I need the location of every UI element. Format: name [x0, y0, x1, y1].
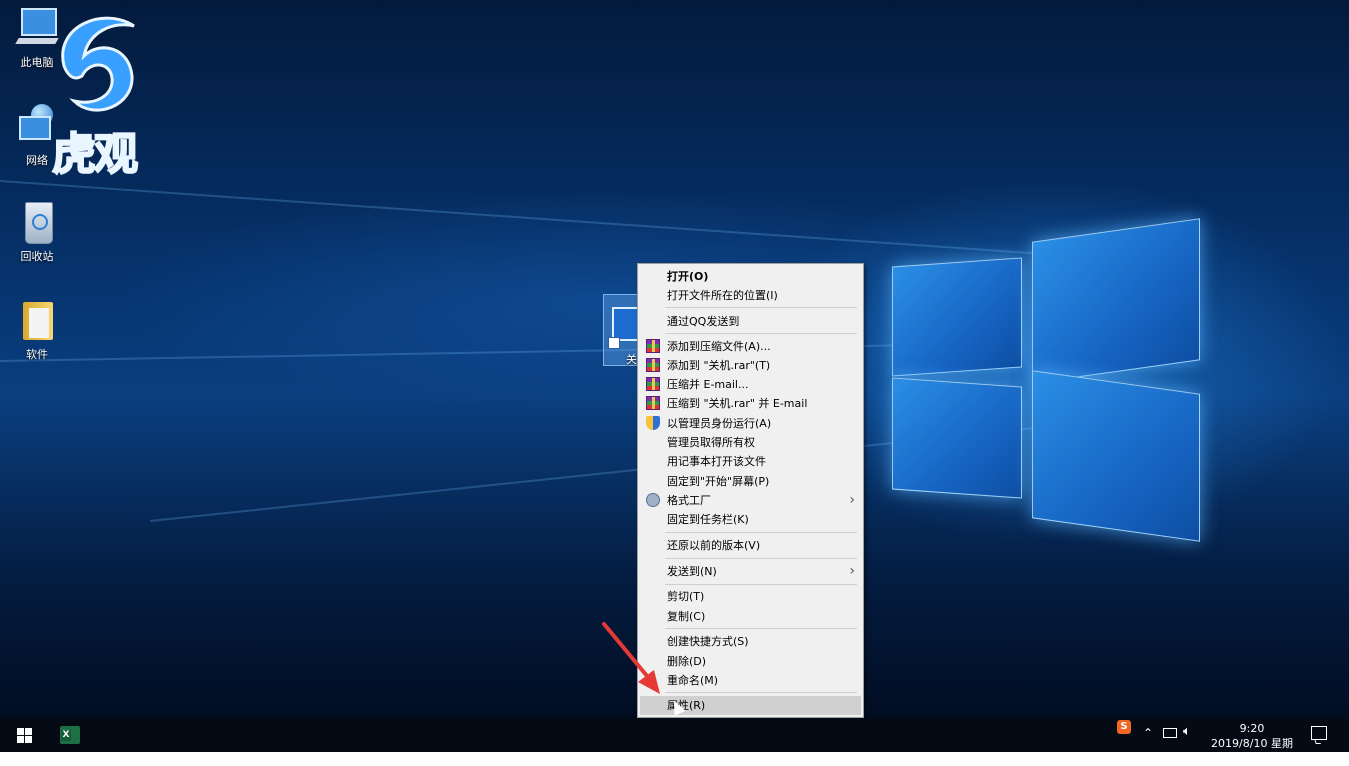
menu-separator — [665, 558, 857, 559]
menu-item-label: 打开文件所在的位置(I) — [667, 289, 778, 302]
folder-icon — [15, 298, 59, 342]
menu-separator — [665, 584, 857, 585]
menu-item-label: 发送到(N) — [667, 565, 717, 578]
menu-item-label: 通过QQ发送到 — [667, 315, 740, 328]
file-label: 关 — [626, 353, 637, 366]
winrar-icon — [646, 396, 660, 410]
windows-start-icon — [17, 728, 32, 743]
menu-separator — [665, 692, 857, 693]
menu-item-label: 创建快捷方式(S) — [667, 635, 749, 648]
menu-item-label: 以管理员身份运行(A) — [667, 417, 772, 430]
action-center-icon[interactable] — [1311, 726, 1327, 740]
menu-item-label: 压缩到 "关机.rar" 并 E-mail — [667, 397, 808, 410]
menu-item-label: 剪切(T) — [667, 590, 705, 603]
desktop[interactable]: 此电脑 网络 回收站 软件 虎观 关 打开(O) 打开文件所在的位置(I) 通过… — [0, 0, 1349, 718]
menu-separator — [665, 532, 857, 533]
menu-item-label: 管理员取得所有权 — [667, 436, 755, 449]
excel-icon: X — [60, 726, 80, 744]
menu-item-label: 固定到任务栏(K) — [667, 513, 749, 526]
clock-date: 2019/8/10 星期六 — [1211, 737, 1293, 765]
recycle-bin-icon — [15, 200, 59, 244]
menu-item-label: 还原以前的版本(V) — [667, 539, 761, 552]
menu-item-label: 复制(C) — [667, 610, 706, 623]
taskbar-app-excel[interactable]: X — [52, 718, 90, 752]
submenu-arrow-icon: › — [849, 563, 855, 579]
winrar-icon — [646, 377, 660, 391]
menu-item-label: 打开(O) — [667, 270, 709, 283]
menu-item-label: 固定到"开始"屏幕(P) — [667, 475, 770, 488]
menu-item-take-ownership[interactable]: 管理员取得所有权 — [640, 433, 861, 452]
menu-item-add-to-rar[interactable]: 添加到 "关机.rar"(T) — [640, 356, 861, 375]
menu-item-send-via-qq[interactable]: 通过QQ发送到 — [640, 312, 861, 331]
menu-item-open-file-location[interactable]: 打开文件所在的位置(I) — [640, 286, 861, 305]
menu-item-copy[interactable]: 复制(C) — [640, 607, 861, 626]
red-arrow-annotation-icon — [602, 622, 660, 694]
start-button[interactable] — [0, 718, 48, 752]
menu-item-rename[interactable]: 重命名(M) — [640, 671, 861, 690]
menu-item-open-with-notepad[interactable]: 用记事本打开该文件 — [640, 452, 861, 471]
menu-item-label: 用记事本打开该文件 — [667, 455, 766, 468]
light-beam — [0, 180, 1098, 259]
menu-item-compress-to-rar-and-email[interactable]: 压缩到 "关机.rar" 并 E-mail — [640, 394, 861, 413]
uac-shield-icon — [646, 416, 660, 430]
menu-item-add-to-archive[interactable]: 添加到压缩文件(A)... — [640, 337, 861, 356]
menu-item-label: 删除(D) — [667, 655, 707, 668]
menu-item-label: 重命名(M) — [667, 674, 719, 687]
menu-item-compress-and-email[interactable]: 压缩并 E-mail... — [640, 375, 861, 394]
tiger-logo-icon — [61, 16, 135, 112]
taskbar-clock[interactable]: 9:20 2019/8/10 星期六 — [1206, 721, 1298, 766]
menu-separator — [665, 628, 857, 629]
clock-time: 9:20 — [1239, 722, 1265, 735]
network-status-icon[interactable] — [1163, 728, 1177, 738]
show-hidden-icons-chevron-icon[interactable]: ⌃ — [1143, 726, 1153, 740]
watermark-text: 虎观 — [51, 128, 139, 181]
winrar-icon — [646, 358, 660, 372]
desktop-icon-recycle-bin[interactable]: 回收站 — [0, 200, 74, 264]
menu-item-cut[interactable]: 剪切(T) — [640, 587, 861, 606]
menu-item-delete[interactable]: 删除(D) — [640, 652, 861, 671]
desktop-icon-software-folder[interactable]: 软件 — [0, 298, 74, 362]
menu-item-label: 压缩并 E-mail... — [667, 378, 749, 391]
windows-logo-pane — [1032, 370, 1200, 542]
menu-item-format-factory[interactable]: 格式工厂 › — [640, 491, 861, 510]
desktop-icon-label: 回收站 — [20, 250, 54, 263]
windows-logo-pane — [1032, 218, 1200, 384]
submenu-arrow-icon: › — [849, 492, 855, 508]
format-factory-icon — [646, 493, 660, 507]
menu-separator — [665, 333, 857, 334]
menu-item-open[interactable]: 打开(O) — [640, 267, 861, 286]
desktop-icon-label: 软件 — [26, 348, 48, 361]
menu-item-label: 添加到压缩文件(A)... — [667, 340, 771, 353]
menu-item-pin-to-taskbar[interactable]: 固定到任务栏(K) — [640, 510, 861, 529]
winrar-icon — [646, 339, 660, 353]
menu-item-send-to[interactable]: 发送到(N) › — [640, 562, 861, 581]
menu-item-restore-previous-versions[interactable]: 还原以前的版本(V) — [640, 536, 861, 555]
menu-separator — [665, 307, 857, 308]
menu-item-run-as-admin[interactable]: 以管理员身份运行(A) — [640, 414, 861, 433]
volume-icon[interactable]: 🔈︎ — [1183, 724, 1191, 739]
shortcut-arrow-icon — [608, 337, 620, 349]
menu-item-label: 添加到 "关机.rar"(T) — [667, 359, 771, 372]
sogou-ime-icon[interactable]: S — [1117, 720, 1131, 734]
menu-item-label: 格式工厂 — [667, 494, 711, 507]
menu-item-pin-to-start[interactable]: 固定到"开始"屏幕(P) — [640, 472, 861, 491]
windows-logo-pane — [892, 257, 1022, 377]
context-menu: 打开(O) 打开文件所在的位置(I) 通过QQ发送到 添加到压缩文件(A)...… — [637, 263, 864, 718]
menu-item-create-shortcut[interactable]: 创建快捷方式(S) — [640, 632, 861, 651]
windows-logo-pane — [892, 377, 1022, 499]
